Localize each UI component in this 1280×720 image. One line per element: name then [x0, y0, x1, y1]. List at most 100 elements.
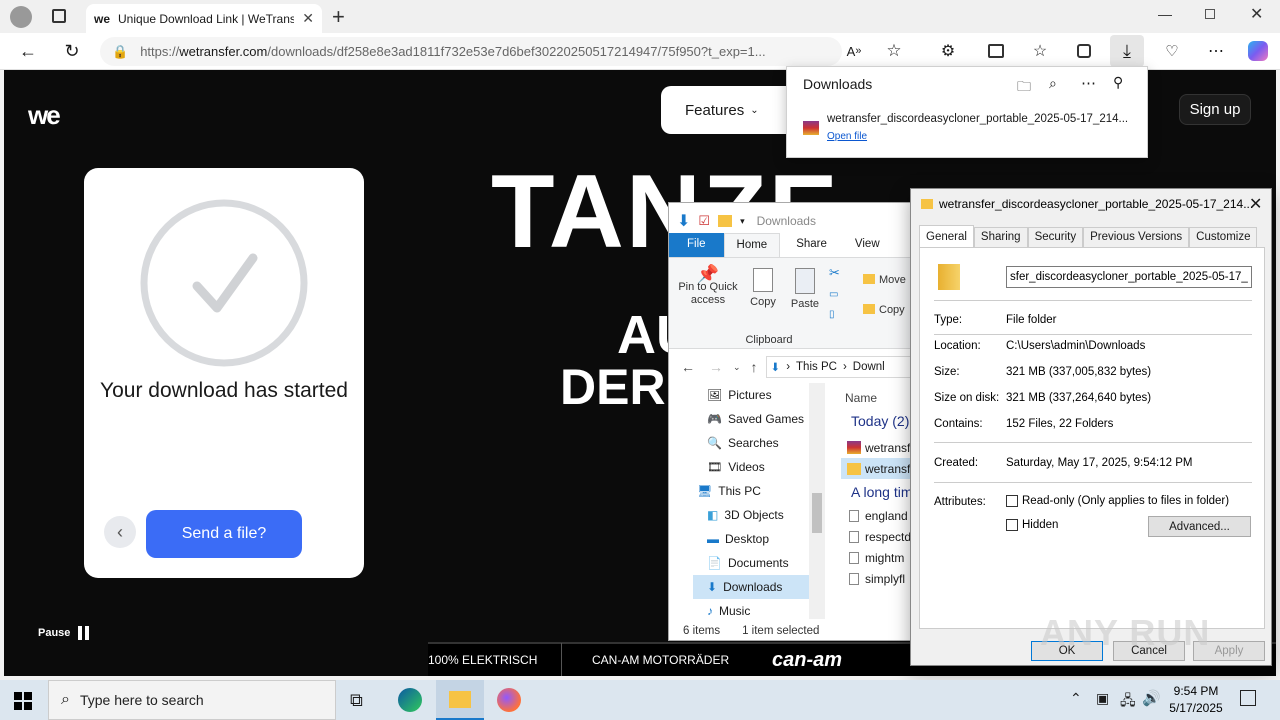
nav-item-documents[interactable]: 📄 Documents	[693, 551, 809, 575]
nav-item-searches[interactable]: 🔍 Searches	[693, 431, 809, 455]
collections-button[interactable]	[1070, 37, 1098, 65]
path-box[interactable]: ⬇ › This PC › Downl	[765, 356, 913, 378]
extensions-button[interactable]: ⚙	[934, 37, 962, 65]
hidden-checkbox-box[interactable]	[1006, 519, 1018, 531]
nav-item-saved-games[interactable]: 🎮 Saved Games	[693, 407, 809, 431]
search-icon[interactable]: ⌕	[1049, 75, 1057, 92]
task-view-icon[interactable]: ⧉	[350, 690, 363, 711]
read-aloud-button[interactable]: A»	[840, 37, 868, 65]
folder-icon[interactable]	[718, 215, 733, 227]
copilot-button[interactable]	[1244, 37, 1272, 65]
cut-icon[interactable]: ✂	[829, 266, 840, 279]
favorite-star-button[interactable]: ☆	[880, 37, 908, 65]
tab-customize[interactable]: Customize	[1189, 227, 1258, 247]
network-icon[interactable]: 🖧	[1120, 690, 1136, 714]
nav-item-this-pc[interactable]: 🖥 This PC	[693, 479, 809, 503]
path-this-pc[interactable]: This PC	[796, 361, 837, 373]
close-window-button[interactable]: ✕	[1250, 4, 1263, 24]
tab-sharing[interactable]: Sharing	[973, 227, 1028, 247]
tab-security[interactable]: Security	[1027, 227, 1084, 247]
nav-item-videos[interactable]: 🎞 Videos	[693, 455, 809, 479]
favorites-button[interactable]: ☆	[1026, 37, 1054, 65]
file-row[interactable]: simplyfl	[827, 568, 913, 589]
split-screen-button[interactable]	[982, 37, 1010, 65]
copy-button[interactable]: Copy	[745, 268, 781, 309]
path-downloads[interactable]: Downl	[853, 361, 885, 373]
notifications-icon[interactable]	[1240, 690, 1256, 706]
file-row-selected[interactable]: wetransf	[841, 458, 913, 479]
start-button[interactable]	[14, 692, 32, 710]
file-row[interactable]: england	[827, 505, 913, 526]
tab-wetransfer[interactable]: we Unique Download Link | WeTransfer ✕	[86, 4, 322, 33]
nav-item-pictures[interactable]: 🖼 Pictures	[693, 383, 809, 407]
url-field[interactable]: 🔒 https://wetransfer.com/downloads/df258…	[100, 37, 842, 66]
tab-general[interactable]: General	[919, 225, 974, 247]
nav-item-desktop[interactable]: ▬ Desktop	[693, 527, 809, 551]
file-row[interactable]: respectd	[827, 526, 913, 547]
group-long-time[interactable]: A long tim	[827, 479, 913, 505]
restore-button[interactable]	[1205, 9, 1215, 19]
close-tab-icon[interactable]: ✕	[302, 10, 314, 27]
tab-view[interactable]: View	[839, 233, 892, 257]
paste-shortcut-icon[interactable]: ▯	[829, 308, 835, 321]
advanced-button[interactable]: Advanced...	[1148, 516, 1251, 537]
show-hidden-icons[interactable]: ⌃	[1070, 690, 1082, 707]
firefox-taskbar-icon[interactable]	[497, 688, 521, 712]
open-file-link[interactable]: Open file	[827, 131, 867, 142]
group-today[interactable]: Today (2)	[827, 413, 913, 437]
tab-file[interactable]: File	[669, 233, 724, 257]
new-tab-button[interactable]: +	[332, 4, 345, 30]
profile-icon[interactable]	[10, 6, 32, 28]
close-dialog-button[interactable]: ✕	[1249, 194, 1262, 214]
readonly-checkbox-box[interactable]	[1006, 495, 1018, 507]
nav-item-downloads[interactable]: ⬇ Downloads	[693, 575, 809, 599]
edge-taskbar-icon[interactable]	[398, 688, 422, 712]
move-to-button[interactable]: Move	[863, 274, 906, 287]
downloads-button[interactable]: ⤓	[1110, 35, 1144, 67]
signup-button[interactable]: Sign up	[1179, 94, 1251, 125]
hidden-checkbox[interactable]: Hidden	[1006, 519, 1058, 531]
nav-scrollbar[interactable]	[809, 383, 825, 619]
properties-icon[interactable]: ☑	[698, 213, 710, 229]
up-arrow-icon[interactable]: ↑	[751, 359, 758, 375]
pin-icon[interactable]: ⚲	[1113, 74, 1123, 91]
tab-actions-icon[interactable]	[52, 9, 66, 23]
download-file-name[interactable]: wetransfer_discordeasycloner_portable_20…	[827, 113, 1128, 125]
system-clock[interactable]: 9:54 PM 5/17/2025	[1166, 683, 1226, 717]
nav-item-3d-objects[interactable]: ◧ 3D Objects	[693, 503, 809, 527]
file-row[interactable]: wetransf	[827, 437, 913, 458]
readonly-checkbox[interactable]: Read-only (Only applies to files in fold…	[1006, 495, 1229, 507]
more-options-icon[interactable]: ⋯	[1081, 74, 1096, 92]
pause-control[interactable]: Pause	[38, 626, 90, 640]
minimize-button[interactable]: —	[1158, 6, 1172, 22]
more-menu-button[interactable]: ⋯	[1202, 37, 1230, 65]
back-button[interactable]: ←	[14, 37, 42, 65]
tab-share[interactable]: Share	[780, 233, 839, 257]
tab-previous-versions[interactable]: Previous Versions	[1083, 227, 1190, 247]
taskbar-search[interactable]: ⌕ Type here to search	[48, 680, 336, 720]
folder-name-field[interactable]	[1006, 266, 1252, 288]
paste-button[interactable]: Paste	[787, 268, 823, 311]
device-icon[interactable]: ▣	[1096, 690, 1109, 707]
copy-to-button[interactable]: Copy	[863, 304, 905, 317]
file-explorer-taskbar-icon[interactable]	[436, 680, 484, 720]
refresh-button[interactable]: ↻	[58, 37, 86, 65]
nav-menu[interactable]: Features ⌄	[661, 86, 801, 134]
recent-dropdown-icon[interactable]: ⌄	[733, 362, 741, 373]
send-file-button[interactable]: Send a file?	[146, 510, 302, 558]
file-row[interactable]: mightm	[827, 547, 913, 568]
features-menu[interactable]: Features	[685, 102, 744, 119]
wetransfer-logo[interactable]: we	[28, 100, 61, 131]
copy-path-icon[interactable]: ▭	[829, 288, 838, 301]
back-arrow-icon[interactable]: ←	[681, 359, 695, 375]
nav-item-music[interactable]: ♪ Music	[693, 599, 809, 623]
pin-quick-access-button[interactable]: 📌 Pin to Quick access	[675, 265, 741, 307]
open-folder-icon[interactable]: 🗀	[1017, 76, 1031, 100]
column-name-header[interactable]: Name	[827, 383, 913, 413]
dropdown-icon[interactable]: ▾	[740, 216, 745, 227]
tab-home[interactable]: Home	[723, 233, 781, 257]
forward-arrow-icon[interactable]: →	[709, 359, 723, 375]
volume-icon[interactable]: 🔊	[1142, 689, 1161, 707]
back-arrow-button[interactable]: ‹	[104, 516, 136, 548]
browser-essentials-button[interactable]: ♡	[1158, 37, 1186, 65]
